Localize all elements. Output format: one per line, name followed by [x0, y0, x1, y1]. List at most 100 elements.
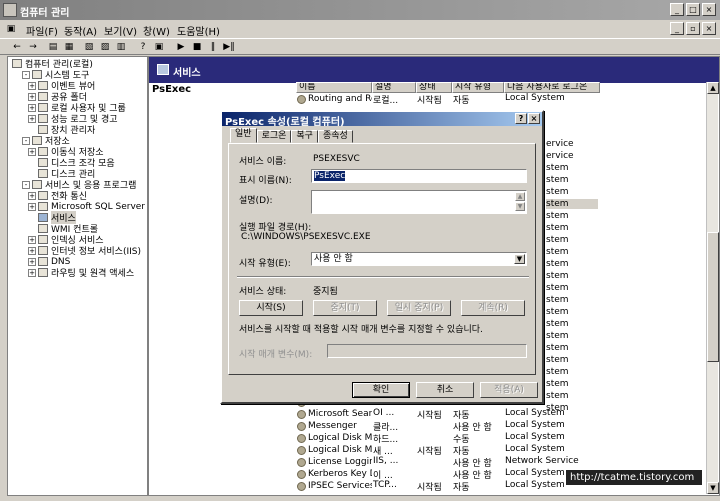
description-scroll-up-icon[interactable]: ▲	[515, 192, 525, 201]
service-logon-partial: stem	[546, 223, 569, 233]
tree-node[interactable]: + Microsoft SQL Server	[28, 201, 145, 212]
tree-node[interactable]: + 인터넷 정보 서비스(IIS)	[28, 245, 141, 257]
menu-file[interactable]: 파일(F)	[26, 23, 58, 38]
refresh-icon[interactable]: ▨	[98, 41, 112, 53]
tree-node-icon	[32, 136, 42, 145]
tree-node-icon	[12, 59, 22, 68]
collapse-icon[interactable]: -	[22, 180, 30, 189]
col-logon-as[interactable]: 다음 사용자로 로그온	[504, 82, 600, 93]
mdi-close-button[interactable]: ×	[702, 22, 716, 35]
dialog-title: PsExec 속성(로컬 컴퓨터)	[225, 117, 345, 128]
scroll-thumb[interactable]	[707, 232, 719, 362]
service-logon-partial: stem	[546, 271, 569, 281]
menu-window[interactable]: 창(W)	[143, 23, 170, 38]
service-row[interactable]: Logical Disk Ma...하드... 수동 Local System	[296, 432, 600, 444]
expand-icon[interactable]: +	[28, 246, 36, 255]
tree-node[interactable]: + 전화 통신	[28, 190, 87, 202]
expand-icon[interactable]: +	[28, 114, 36, 123]
tab-recovery[interactable]: 복구	[291, 130, 318, 143]
scroll-up-icon[interactable]: ▲	[707, 82, 719, 94]
dialog-close-button[interactable]: ×	[528, 113, 540, 124]
service-row[interactable]: Kerberos Key Di...이 ...사용 안 함Local Syste…	[296, 468, 600, 480]
services-header-title: 서비스	[173, 68, 201, 79]
expand-icon[interactable]: +	[28, 202, 36, 211]
close-button[interactable]: ×	[702, 3, 716, 16]
pause-button[interactable]: 일시 중지(P)	[387, 300, 451, 316]
tab-logon[interactable]: 로그온	[256, 130, 292, 143]
show-tree-icon[interactable]: ▦	[62, 41, 76, 53]
menu-action[interactable]: 동작(A)	[64, 23, 97, 38]
service-logon-partial: stem	[546, 391, 569, 401]
tree-node[interactable]: + 라우팅 및 원격 액세스	[28, 267, 134, 279]
back-icon[interactable]: ←	[10, 41, 24, 53]
tab-general[interactable]: 일반	[230, 128, 257, 143]
service-row[interactable]: Routing and Re...로컬... 시작됨 자동 Local System	[296, 93, 600, 105]
tree-node-icon	[38, 125, 48, 134]
description-field[interactable]: ▲ ▼	[311, 190, 527, 214]
export-icon[interactable]: ▥	[114, 41, 128, 53]
service-status: 시작됨	[417, 483, 442, 492]
pause-icon[interactable]: ‖	[206, 41, 220, 53]
ok-button[interactable]: 확인	[352, 382, 410, 398]
dialog-help-button[interactable]: ?	[515, 113, 527, 124]
stop-button[interactable]: 중지(T)	[313, 300, 377, 316]
cancel-button[interactable]: 취소	[416, 382, 474, 398]
service-row[interactable]: License LoggingIIS, ... 사용 안 함 Network Ser…	[296, 456, 600, 468]
up-folder-icon[interactable]: ▤	[46, 41, 60, 53]
mdi-restore-button[interactable]: ▫	[686, 22, 700, 35]
start-button[interactable]: 시작(S)	[239, 300, 303, 316]
scroll-down-icon[interactable]: ▼	[707, 482, 719, 494]
service-row[interactable]: Messenger 클라... 사용 안 함 Local System	[296, 420, 600, 432]
tree-node-label: DNS	[51, 256, 71, 267]
menu-help[interactable]: 도움말(H)	[177, 23, 220, 38]
apply-button[interactable]: 적용(A)	[480, 382, 538, 398]
expand-icon[interactable]: +	[28, 103, 36, 112]
expand-icon[interactable]: +	[28, 147, 36, 156]
help-icon[interactable]: ?	[136, 41, 150, 53]
collapse-icon[interactable]: -	[22, 70, 30, 79]
expand-icon[interactable]: +	[28, 191, 36, 200]
restart-icon[interactable]: ▶‖	[222, 41, 236, 53]
service-logon-partial: stem	[546, 259, 569, 269]
expand-icon[interactable]: +	[28, 81, 36, 90]
chevron-down-icon[interactable]: ▼	[514, 254, 525, 264]
expand-icon[interactable]: +	[28, 268, 36, 277]
service-logon-partial: stem	[546, 403, 569, 413]
mmc-icon[interactable]: ▣	[4, 23, 18, 35]
col-name[interactable]: 이름	[296, 82, 372, 93]
resume-button[interactable]: 계속(R)	[461, 300, 525, 316]
dialog-title-bar: PsExec 속성(로컬 컴퓨터) ? ×	[222, 112, 542, 128]
service-status-value: 중지됨	[313, 287, 338, 297]
maximize-button[interactable]: □	[686, 3, 700, 16]
collapse-icon[interactable]: -	[22, 136, 30, 145]
start-params-field[interactable]	[327, 344, 527, 358]
col-status[interactable]: 상태	[416, 82, 452, 93]
service-row[interactable]: IPSEC Services TCP... 시작됨 자동 Local System	[296, 480, 600, 492]
service-name-label: 서비스 이름:	[239, 157, 287, 167]
description-scroll-down-icon[interactable]: ▼	[515, 202, 525, 211]
service-name: Logical Disk Ma...	[308, 445, 372, 455]
service-desc: 이 ...	[373, 471, 393, 480]
forward-icon[interactable]: →	[26, 41, 40, 53]
expand-icon[interactable]: +	[28, 235, 36, 244]
console-icon[interactable]: ▣	[152, 41, 166, 53]
tab-dependencies[interactable]: 종속성	[317, 130, 353, 143]
properties-icon[interactable]: ▧	[82, 41, 96, 53]
expand-icon[interactable]: +	[28, 92, 36, 101]
col-startup-type[interactable]: 시작 유형	[452, 82, 504, 93]
service-status	[416, 432, 452, 444]
service-name: Microsoft Search	[308, 409, 372, 419]
expand-icon[interactable]: +	[28, 257, 36, 266]
play-icon[interactable]: ▶	[174, 41, 188, 53]
stop-icon[interactable]: ■	[190, 41, 204, 53]
display-name-field[interactable]: PsExec	[311, 169, 527, 183]
minimize-button[interactable]: _	[670, 3, 684, 16]
col-description[interactable]: 설명	[372, 82, 416, 93]
services-scrollbar[interactable]: ▲ ▼	[706, 82, 719, 494]
service-logon-partial: stem	[546, 379, 569, 389]
tree-node-icon	[32, 180, 42, 189]
startup-type-select[interactable]: 사용 안 함 ▼	[311, 252, 527, 266]
service-row[interactable]: Logical Disk Ma...새 ... 시작됨 자동 Local System	[296, 444, 600, 456]
mdi-minimize-button[interactable]: _	[670, 22, 684, 35]
menu-view[interactable]: 보기(V)	[104, 23, 137, 38]
